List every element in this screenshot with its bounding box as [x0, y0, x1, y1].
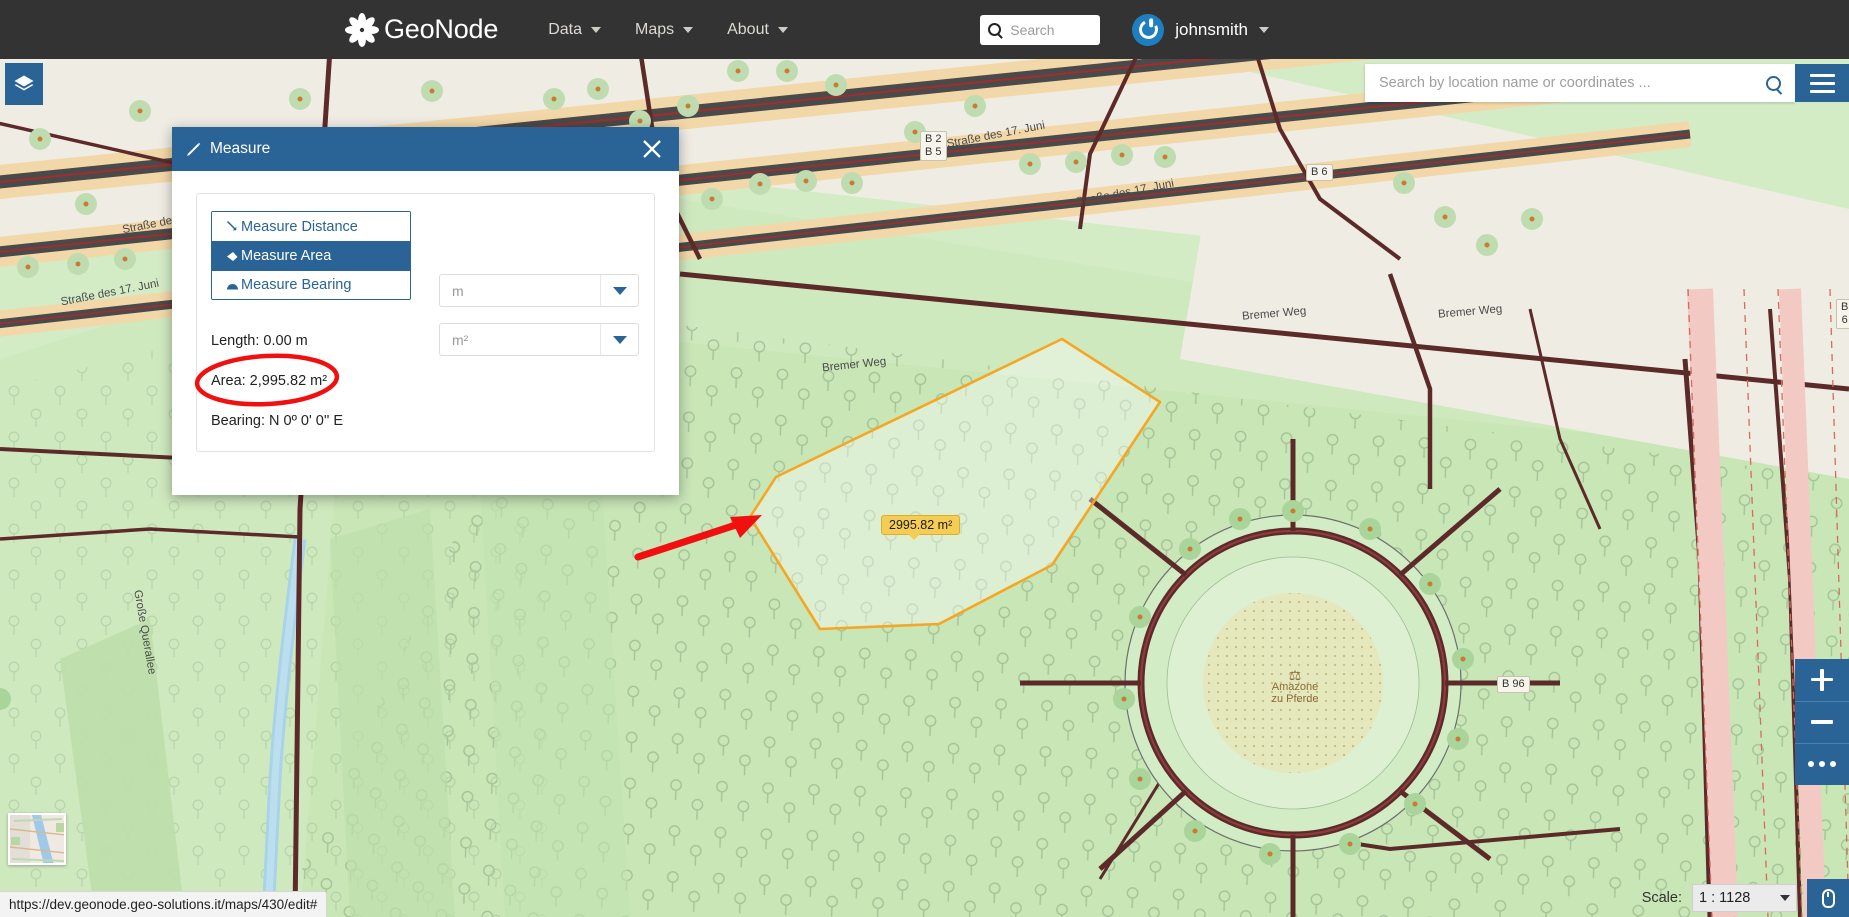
hamburger-menu-icon — [1809, 81, 1835, 85]
measure-tool-group: Measure Distance Measure Area Measure Be… — [211, 211, 411, 300]
geonode-flower-icon — [345, 12, 379, 48]
length-unit-caret[interactable] — [600, 275, 638, 306]
dialog-title-group: Measure — [186, 140, 270, 158]
status-bar: https://dev.geonode.geo-solutions.it/map… — [0, 891, 328, 917]
status-url: https://dev.geonode.geo-solutions.it/map… — [9, 897, 318, 912]
road-shield: B 6 — [1306, 164, 1333, 181]
mouse-coordinates-button[interactable] — [1807, 879, 1849, 917]
global-search[interactable] — [980, 14, 1101, 45]
shield-line: B 2 — [925, 133, 942, 145]
zoom-out-button[interactable] — [1795, 701, 1849, 743]
scale-value: 1 : 1128 — [1699, 890, 1751, 906]
more-options-button[interactable] — [1795, 743, 1849, 785]
area-unit-value: m² — [452, 331, 469, 348]
user-menu[interactable]: johnsmith — [1132, 13, 1269, 46]
unit-selectors: m m² — [439, 274, 639, 356]
road-shield: B 2 B 5 — [920, 131, 947, 161]
zoom-in-button[interactable] — [1795, 659, 1849, 701]
mouse-pointer-icon — [1821, 888, 1835, 908]
location-search-input[interactable] — [1365, 75, 1751, 91]
nav-right-group: johnsmith — [980, 13, 1269, 46]
layers-button[interactable] — [5, 63, 43, 105]
brand-logo-link[interactable]: GeoNode — [345, 12, 498, 48]
minimap-render — [10, 815, 64, 863]
avatar — [1132, 13, 1165, 46]
caret-down-icon — [612, 286, 627, 295]
map-menu-button[interactable] — [1795, 64, 1849, 102]
chevron-down-icon — [683, 26, 694, 33]
scale-bar: Scale: 1 : 1128 — [1642, 879, 1849, 917]
shield-line: B 5 — [925, 146, 942, 158]
close-icon — [643, 140, 661, 158]
chevron-down-icon — [590, 26, 601, 33]
minus-icon — [1811, 720, 1833, 724]
measure-bearing-button[interactable]: Measure Bearing — [212, 270, 410, 299]
brand-name: GeoNode — [384, 14, 499, 44]
scale-label: Scale: — [1641, 890, 1682, 906]
nav-item-data[interactable]: Data — [531, 15, 618, 45]
chevron-down-icon — [777, 26, 788, 33]
username-label: johnsmith — [1175, 19, 1248, 39]
road-shield: B 96 — [1497, 676, 1530, 693]
nav-label: Data — [548, 20, 582, 38]
top-navigation-bar: GeoNode Data Maps About Search johnsmith — [0, 0, 1849, 59]
measure-dialog[interactable]: Measure Measure Distance Measure Area Me… — [172, 127, 679, 495]
scale-select[interactable]: 1 : 1128 — [1692, 884, 1797, 912]
search-icon — [1765, 75, 1781, 91]
measure-area-icon — [225, 250, 240, 263]
caret-down-icon — [1780, 895, 1790, 901]
caret-down-icon — [612, 335, 627, 344]
road-shield: B 6 — [1836, 299, 1849, 329]
area-unit-select[interactable]: m² — [439, 323, 639, 356]
nav-item-maps[interactable]: Maps — [618, 15, 710, 45]
measure-bearing-icon — [225, 279, 240, 292]
nav-label: Maps — [634, 20, 675, 38]
length-unit-select[interactable]: m — [439, 274, 639, 307]
zoom-controls — [1795, 659, 1849, 785]
measured-area-tooltip: 2995.82 m² — [881, 515, 961, 540]
search-input[interactable] — [1008, 20, 1093, 39]
shield-line: B 96 — [1502, 678, 1525, 690]
dialog-header[interactable]: Measure — [172, 127, 679, 171]
dialog-body: Measure Distance Measure Area Measure Be… — [172, 171, 679, 474]
hamburger-menu-icon — [1809, 73, 1835, 77]
location-search-bar[interactable] — [1365, 64, 1795, 102]
power-loop-avatar-icon — [1136, 17, 1161, 42]
area-result: Area: 2,995.82 m² — [211, 373, 328, 389]
measure-area-button[interactable]: Measure Area — [212, 241, 410, 270]
bearing-result: Bearing: N 0º 0' 0'' E — [211, 413, 344, 429]
area-unit-caret[interactable] — [600, 324, 638, 355]
ellipsis-icon — [1808, 761, 1836, 767]
shield-line: B 6 — [1841, 301, 1849, 326]
search-icon — [988, 23, 1002, 36]
shield-line: B 6 — [1311, 166, 1328, 178]
overview-minimap[interactable] — [8, 813, 66, 865]
location-search-button[interactable] — [1751, 64, 1795, 102]
nav-item-about[interactable]: About — [710, 15, 805, 45]
geonode-map-page: Straße des 17. Juni Straße des 17. Juni … — [0, 0, 1849, 917]
close-button[interactable] — [639, 136, 665, 162]
measure-distance-label: Measure Distance — [241, 218, 358, 235]
length-unit-value: m — [452, 282, 464, 299]
layers-icon — [14, 75, 34, 91]
chevron-down-icon — [1259, 26, 1269, 33]
measure-area-label: Measure Area — [241, 248, 332, 264]
nav-label: About — [727, 20, 769, 38]
measure-distance-button[interactable]: Measure Distance — [212, 212, 410, 241]
main-nav: Data Maps About — [531, 15, 805, 45]
ruler-icon — [187, 142, 201, 156]
dialog-title: Measure — [210, 140, 271, 157]
measure-bearing-label: Measure Bearing — [241, 277, 352, 293]
measure-distance-icon — [225, 220, 240, 233]
plus-icon — [1820, 668, 1824, 691]
hamburger-menu-icon — [1809, 89, 1835, 93]
